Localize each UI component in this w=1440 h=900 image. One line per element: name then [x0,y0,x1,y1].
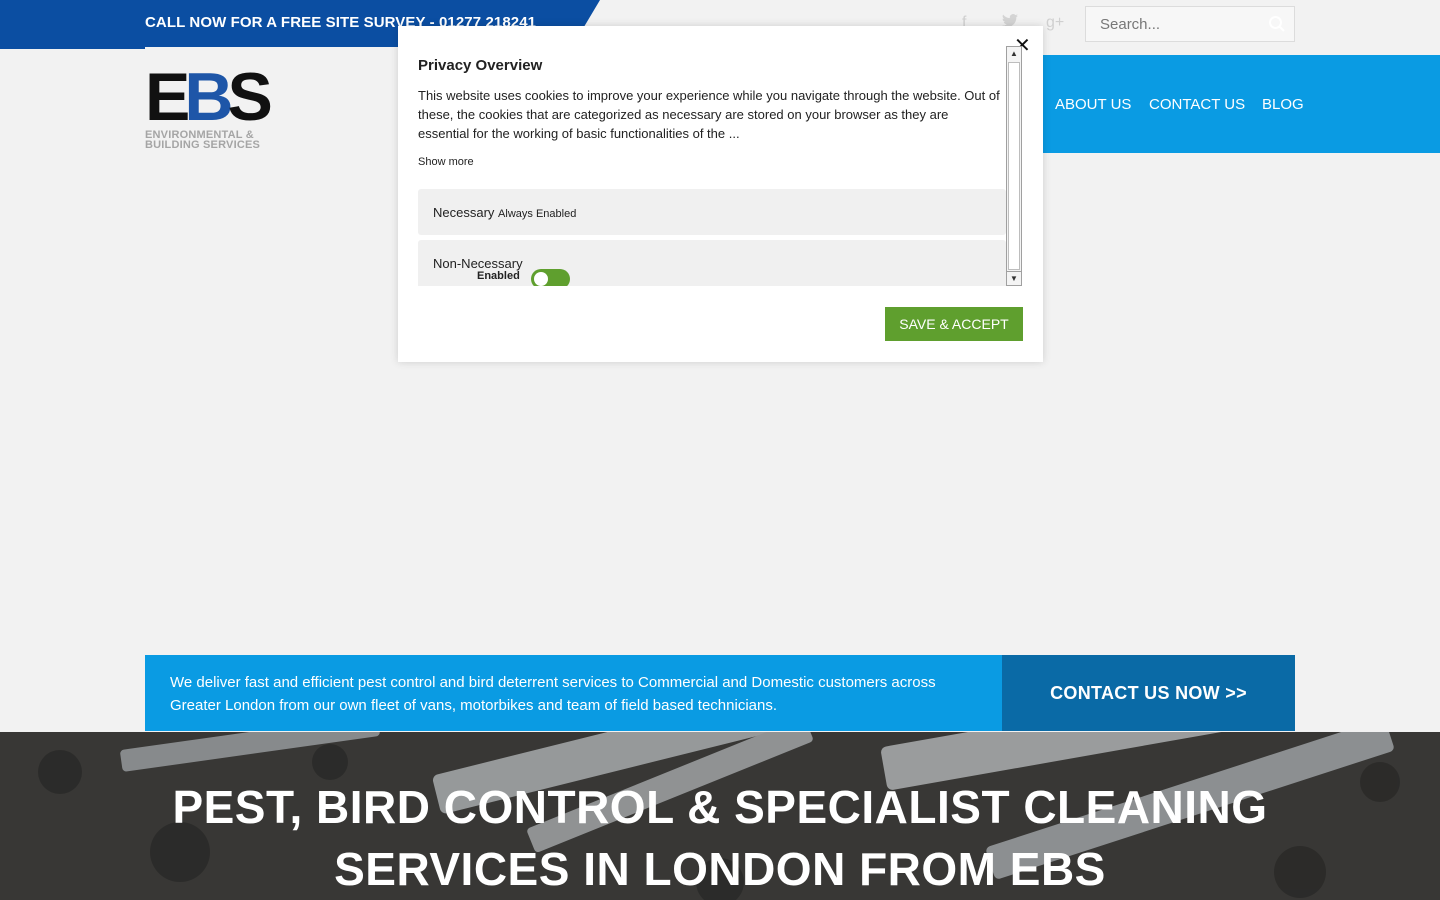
logo-wordmark: EBS [145,59,273,135]
category-necessary-label: Necessary Always Enabled [433,205,577,220]
hero-title-line1: PEST, BIRD CONTROL & SPECIALIST CLEANING [172,781,1268,833]
logo-subtitle-line2: BUILDING SERVICES [145,139,261,151]
search-icon[interactable] [1268,15,1286,33]
privacy-scroll-area[interactable]: Privacy Overview This website uses cooki… [418,48,1023,286]
nav-about-us[interactable]: ABOUT US [1055,96,1131,113]
main-nav: ABOUT US CONTACT US BLOG [1043,55,1440,153]
info-text: We deliver fast and efficient pest contr… [170,674,936,714]
privacy-description: This website uses cookies to improve you… [418,88,1000,141]
hero-title: PEST, BIRD CONTROL & SPECIALIST CLEANING… [0,776,1440,900]
info-strip: We deliver fast and efficient pest contr… [145,655,1002,731]
modal-scrollbar[interactable]: ▲ ▼ [1006,46,1022,286]
search-box [1085,6,1295,42]
hero-banner: PEST, BIRD CONTROL & SPECIALIST CLEANING… [0,732,1440,900]
scroll-down-arrow-icon[interactable]: ▼ [1007,271,1021,285]
category-necessary[interactable]: Necessary Always Enabled [418,189,1006,235]
toggle-knob [534,272,548,286]
privacy-title: Privacy Overview [418,57,543,74]
category-non-necessary[interactable]: Non-Necessary Enabled [418,240,1006,286]
save-accept-button[interactable]: SAVE & ACCEPT [885,307,1023,341]
call-bar-underline [0,47,145,49]
category-non-necessary-label: Non-Necessary [433,256,523,271]
hero-title-line2: SERVICES IN LONDON FROM EBS [334,843,1106,895]
scroll-thumb[interactable] [1008,62,1020,270]
contact-us-now-button[interactable]: CONTACT US NOW >> [1002,655,1295,731]
search-input[interactable] [1086,7,1261,41]
google-plus-icon[interactable]: g+ [1046,14,1064,32]
show-more-link[interactable]: Show more [418,156,474,168]
scroll-up-arrow-icon[interactable]: ▲ [1007,47,1021,61]
privacy-modal: ✕ Privacy Overview This website uses coo… [398,26,1043,362]
enabled-text: Enabled [477,270,520,282]
always-enabled-text: Always Enabled [498,208,577,220]
nav-contact-us[interactable]: CONTACT US [1149,96,1245,113]
nav-blog[interactable]: BLOG [1262,96,1304,113]
ebs-logo[interactable]: EBS ENVIRONMENTAL & BUILDING SERVICES [145,59,273,154]
non-necessary-toggle[interactable] [531,269,570,286]
